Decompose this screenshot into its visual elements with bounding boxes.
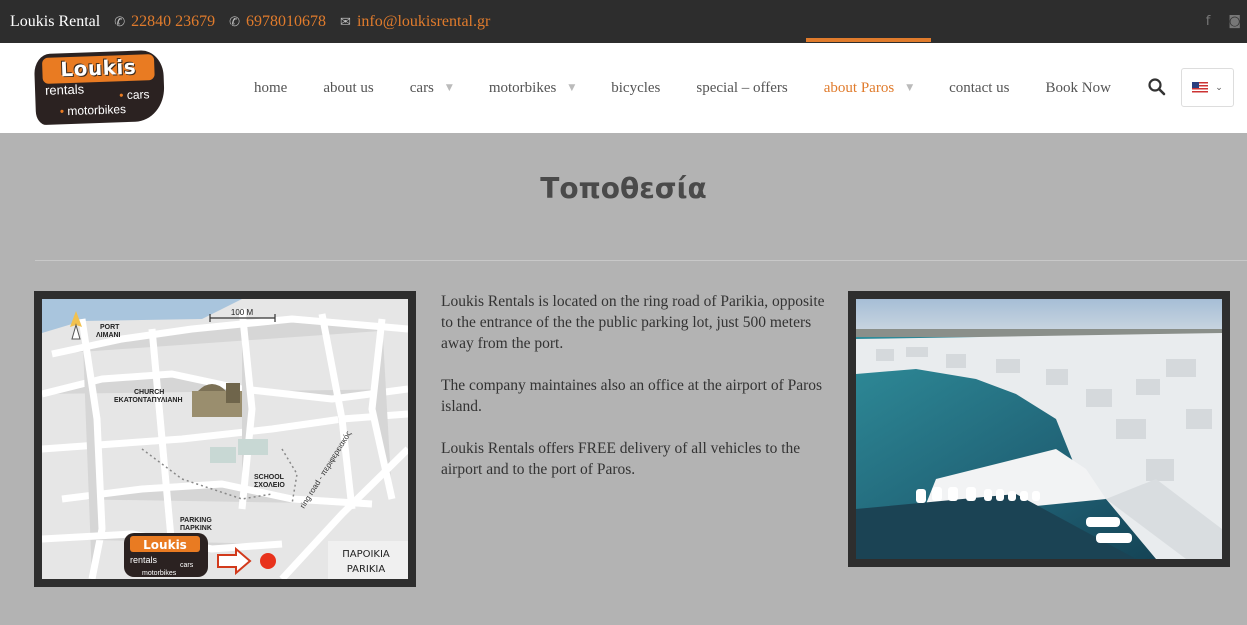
chevron-down-icon: ⌄ [1215,82,1223,93]
map-parking-en: PARKING [180,517,212,524]
nav-special-offers[interactable]: special – offers [678,43,805,133]
map-logo: Loukis rentals cars motorbikes [124,533,208,577]
paragraph-2: The company maintaines also an office at… [441,377,823,415]
nav-contact-us[interactable]: contact us [931,43,1027,133]
map-logo-line3: cars [180,562,194,569]
location-description: Loukis Rentals is located on the ring ro… [441,291,831,501]
logo-line2: rentals [44,81,85,98]
phone-icon: ✆ [114,13,126,29]
mail-icon: ✉ [340,13,351,29]
phone-2-text: 6978010678 [246,12,327,30]
phone-icon: ✆ [229,13,241,29]
brand-name: Loukis Rental [10,12,101,30]
social-links: f ◙ [1188,0,1247,43]
nav-about-paros[interactable]: about Paros ▼ [805,38,932,133]
page-title: Τοποθεσία [540,172,707,205]
location-marker-icon [260,553,276,569]
logo-line1: Loukis [60,54,137,82]
map-town-gr: ΠΑΡΟΙΚΙΑ [342,549,390,560]
phone-2[interactable]: ✆ 6978010678 [229,13,326,31]
main-nav: home about us cars ▼ motorbikes ▼ bicycles… [236,38,1129,133]
nav-bicycles[interactable]: bicycles [593,43,678,133]
nav-cars[interactable]: cars ▼ [392,43,471,133]
logo-line3: • cars [119,87,150,103]
divider [35,260,1247,261]
map-image: 100 M PORT ΛΙΜΑΝΙ CHURCH ΕΚΑΤΟΝΤΑΠΥΛΙΑΝΗ… [42,299,408,579]
map-church-gr: ΕΚΑΤΟΝΤΑΠΥΛΙΑΝΗ [114,397,183,404]
nav-motorbikes[interactable]: motorbikes ▼ [471,43,593,133]
map-logo-line1: Loukis [143,538,187,552]
instagram-icon[interactable]: ◙ [1228,14,1241,29]
map-logo-line2: rentals [130,555,158,565]
paragraph-3: Loukis Rentals offers FREE delivery of a… [441,440,801,478]
site-logo[interactable]: Loukis rentals • cars • motorbikes [33,49,166,126]
language-selector[interactable]: ⌄ [1181,68,1234,107]
site-header: Loukis rentals • cars • motorbikes home … [0,38,1247,133]
location-map: 100 M PORT ΛΙΜΑΝΙ CHURCH ΕΚΑΤΟΝΤΑΠΥΛΙΑΝΗ… [34,291,416,587]
harbor-photo [848,291,1230,567]
map-parking-gr: ΠΑΡΚΙΝΚ [180,525,212,532]
search-icon[interactable] [1147,77,1167,97]
logo-line4: • motorbikes [59,102,127,119]
caret-down-icon: ▼ [445,83,453,93]
map-logo-line4: motorbikes [142,570,177,577]
email-text: info@loukisrental.gr [356,12,491,30]
caret-down-icon: ▼ [906,83,914,93]
logo-badge: Loukis [41,54,155,84]
map-scale: 100 M [231,308,254,317]
email-link[interactable]: ✉ info@loukisrental.gr [340,13,490,31]
us-flag-icon [1192,82,1209,93]
map-church-en: CHURCH [134,389,164,396]
nav-book-now[interactable]: Book Now [1028,43,1129,133]
caret-down-icon: ▼ [568,83,576,93]
map-port-gr: ΛΙΜΑΝΙ [96,332,121,339]
map-town-en: PARIKIA [347,564,386,575]
facebook-icon[interactable]: f [1206,14,1211,29]
top-bar: Loukis Rental ✆ 22840 23679 ✆ 6978010678… [0,0,1247,43]
paragraph-1: Loukis Rentals is located on the ring ro… [441,293,825,352]
phone-1-text: 22840 23679 [131,12,216,30]
nav-about-us[interactable]: about us [305,43,391,133]
map-school-gr: ΣΧΟΛΕΙΟ [254,482,285,489]
nav-home[interactable]: home [236,43,305,133]
map-school-en: SCHOOL [254,474,285,481]
phone-1[interactable]: ✆ 22840 23679 [114,13,215,31]
harbor-image [856,299,1222,559]
map-port-en: PORT [100,324,120,331]
